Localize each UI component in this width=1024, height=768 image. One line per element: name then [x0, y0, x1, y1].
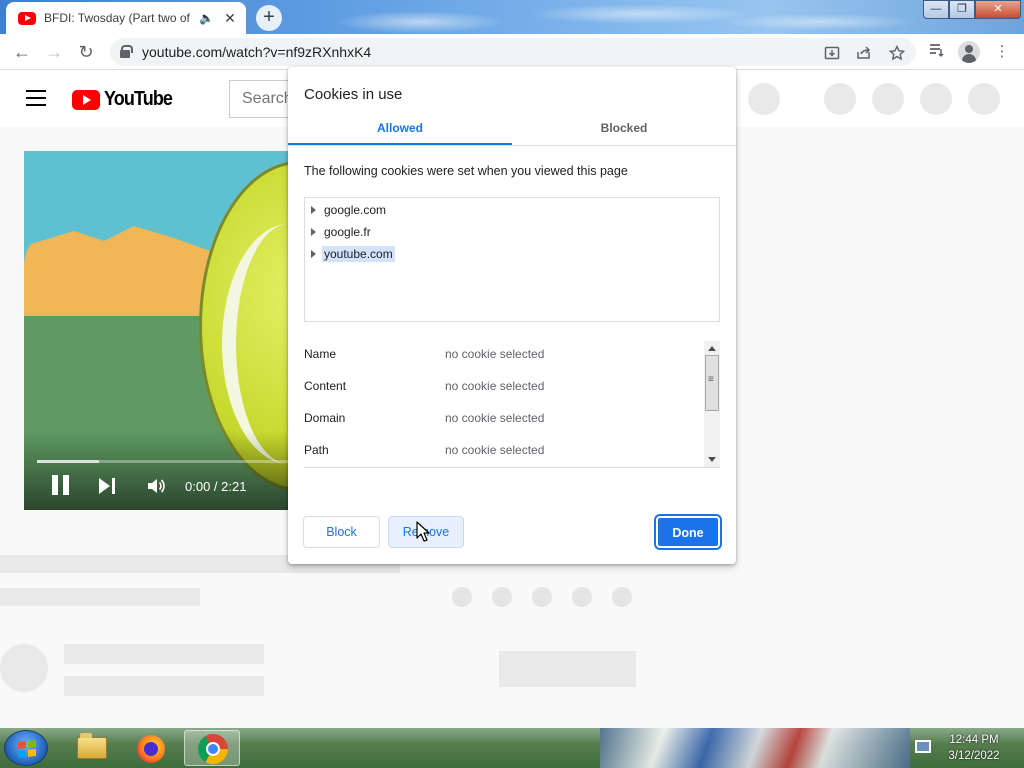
tree-item-youtube-com[interactable]: youtube.com [311, 245, 395, 263]
scroll-up-arrow-icon[interactable] [708, 346, 716, 351]
system-clock[interactable]: 12:44 PM 3/12/2022 [938, 732, 1010, 764]
youtube-logo-text: YouTube [104, 88, 173, 110]
install-icon[interactable] [823, 45, 841, 61]
youtube-logo[interactable]: YouTube [72, 88, 180, 111]
window-controls: — ❐ ✕ [923, 0, 1021, 19]
chrome-icon [198, 734, 228, 764]
reading-list-icon[interactable] [927, 42, 947, 62]
bookmark-star-icon[interactable] [888, 44, 906, 61]
detail-value: no cookie selected [445, 347, 545, 361]
detail-value: no cookie selected [445, 411, 545, 425]
video-player[interactable]: 0:00 / 2:21 [24, 151, 294, 510]
next-video-icon[interactable] [99, 477, 117, 495]
channel-avatar-placeholder [0, 644, 48, 692]
browser-toolbar: ← → ↻ youtube.com/watch?v=nf9zRXnhxK4 ⋮ [0, 34, 1024, 70]
new-tab-button[interactable]: + [256, 5, 282, 31]
windows-logo-icon [18, 740, 36, 758]
browser-tab-active[interactable]: BFDI: Twosday (Part two of T 🔈 ✕ [6, 2, 246, 34]
tree-item-google-com[interactable]: google.com [311, 201, 388, 219]
share-icon[interactable] [855, 45, 873, 61]
taskbar-windows-explorer[interactable] [62, 730, 118, 766]
header-placeholder-circle [748, 83, 780, 115]
expand-arrow-icon[interactable] [311, 228, 316, 236]
cookie-details-panel: Name no cookie selected Content no cooki… [304, 341, 720, 468]
clock-date: 3/12/2022 [948, 750, 1000, 762]
action-placeholder-dot [452, 587, 472, 607]
action-placeholder-dot [492, 587, 512, 607]
scroll-down-arrow-icon[interactable] [708, 457, 716, 462]
dialog-title: Cookies in use [304, 86, 403, 103]
channel-name-placeholder [64, 644, 264, 664]
action-placeholder-dot [612, 587, 632, 607]
taskbar-chrome[interactable] [184, 730, 240, 766]
youtube-favicon-icon [18, 11, 36, 25]
clock-time: 12:44 PM [949, 734, 999, 746]
profile-icon[interactable] [958, 41, 980, 63]
tab-divider [288, 145, 736, 146]
tab-blocked[interactable]: Blocked [512, 121, 736, 145]
header-placeholder-circle [920, 83, 952, 115]
detail-key: Content [304, 379, 347, 393]
detail-key: Path [304, 443, 329, 457]
done-button[interactable]: Done [656, 516, 720, 548]
header-placeholder-circle [872, 83, 904, 115]
desktop-wallpaper-strip [600, 728, 910, 768]
tree-item-label[interactable]: google.com [322, 202, 388, 218]
tab-title: BFDI: Twosday (Part two of T [44, 11, 194, 25]
network-icon[interactable] [915, 740, 933, 756]
tree-item-google-fr[interactable]: google.fr [311, 223, 373, 241]
block-button[interactable]: Block [303, 516, 380, 548]
reload-icon[interactable]: ↻ [74, 41, 98, 63]
taskbar-firefox[interactable] [123, 730, 179, 766]
cookies-in-use-dialog: Cookies in use Allowed Blocked The follo… [288, 67, 736, 564]
cookie-domain-tree[interactable]: google.com google.fr youtube.com [304, 197, 720, 322]
action-placeholder-dot [532, 587, 552, 607]
tab-close-icon[interactable]: ✕ [222, 10, 238, 27]
tree-item-label[interactable]: google.fr [322, 224, 373, 240]
pause-icon[interactable] [52, 475, 70, 495]
video-timecode: 0:00 / 2:21 [185, 479, 247, 494]
more-menu-icon[interactable]: ⋮ [992, 42, 1012, 62]
address-bar[interactable]: youtube.com/watch?v=nf9zRXnhxK4 [110, 38, 916, 66]
mouse-cursor-icon [416, 521, 430, 543]
maximize-button[interactable]: ❐ [949, 0, 975, 19]
expand-arrow-icon[interactable] [311, 206, 316, 214]
metadata-placeholder [0, 588, 200, 606]
speaker-icon[interactable]: 🔈 [199, 11, 214, 25]
hamburger-menu-icon[interactable] [26, 90, 46, 106]
cookies-description: The following cookies were set when you … [304, 164, 628, 178]
start-button[interactable] [4, 730, 48, 766]
scrollbar-thumb[interactable] [705, 355, 719, 411]
close-window-button[interactable]: ✕ [975, 0, 1021, 19]
video-progress-bar[interactable] [37, 460, 294, 463]
video-progress-played [37, 460, 99, 463]
subscribe-button-placeholder [499, 651, 636, 687]
forward-arrow-icon[interactable]: → [42, 41, 66, 63]
firefox-icon [137, 735, 165, 763]
details-scrollbar[interactable] [704, 341, 720, 467]
video-controls-gradient [24, 431, 294, 510]
minimize-button[interactable]: — [923, 0, 949, 19]
volume-icon[interactable] [146, 477, 168, 495]
browser-tab-strip: BFDI: Twosday (Part two of T 🔈 ✕ + — ❐ ✕ [0, 0, 1024, 34]
header-placeholder-circle [824, 83, 856, 115]
header-placeholder-circle [968, 83, 1000, 115]
folder-icon [77, 733, 107, 759]
lock-icon[interactable] [120, 45, 133, 58]
url-text[interactable]: youtube.com/watch?v=nf9zRXnhxK4 [142, 44, 371, 60]
tab-allowed[interactable]: Allowed [288, 121, 512, 145]
action-placeholder-dot [572, 587, 592, 607]
detail-value: no cookie selected [445, 379, 545, 393]
youtube-play-logo-icon [72, 89, 100, 110]
detail-key: Name [304, 347, 337, 361]
windows-taskbar: 12:44 PM 3/12/2022 [0, 728, 1024, 768]
expand-arrow-icon[interactable] [311, 250, 316, 258]
tree-item-label[interactable]: youtube.com [322, 246, 395, 262]
detail-value: no cookie selected [445, 443, 545, 457]
subscriber-count-placeholder [64, 676, 264, 696]
detail-key: Domain [304, 411, 346, 425]
back-arrow-icon[interactable]: ← [10, 41, 34, 63]
